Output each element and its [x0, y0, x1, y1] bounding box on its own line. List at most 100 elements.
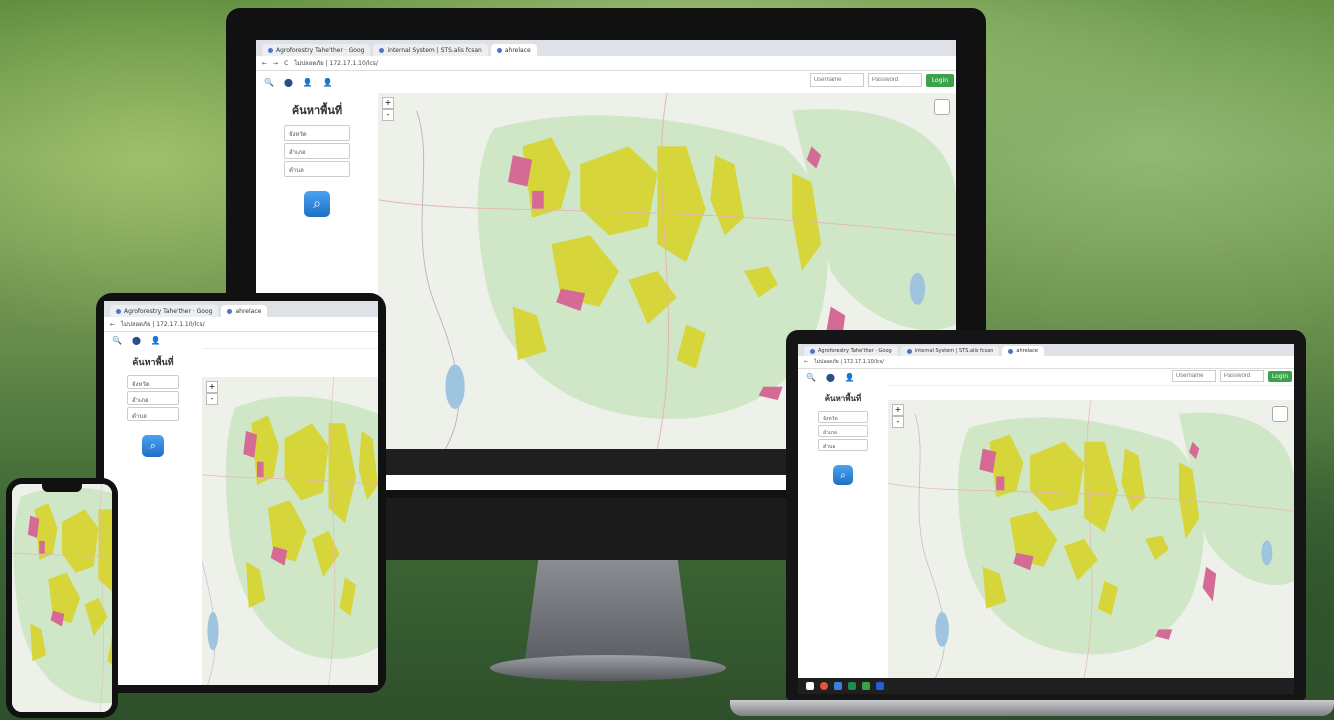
map-layer[interactable]: [202, 377, 378, 685]
app-icon[interactable]: [834, 682, 842, 690]
url-text[interactable]: ไม่ปลอดภัย | 172.17.1.10/lcs/: [294, 58, 950, 68]
map-layer[interactable]: [12, 484, 112, 712]
phone-screen: [12, 484, 112, 712]
monitor-stand: [525, 560, 691, 660]
tablet-screen: Agroforestry Tahe'ther · Goog ahrelace ←…: [104, 301, 378, 685]
word-icon[interactable]: [876, 682, 884, 690]
user-icon[interactable]: 👤: [303, 78, 313, 87]
search-panel-title: ค้นหาพื้นที่: [824, 394, 862, 403]
tab-label: Agroforestry Tahe'ther · Goog: [818, 348, 892, 354]
line-icon[interactable]: [862, 682, 870, 690]
tab-favicon-icon: [116, 308, 121, 314]
user-icon[interactable]: 👤: [323, 78, 333, 87]
tab-label: Agroforestry Tahe'ther · Goog: [276, 46, 365, 54]
url-text[interactable]: ไม่ปลอดภัย | 172.17.1.10/lcs/: [121, 319, 372, 329]
login-button[interactable]: Login: [1267, 370, 1292, 382]
login-area: Login: [1171, 370, 1292, 382]
login-area: Login: [809, 73, 954, 87]
excel-icon[interactable]: [848, 682, 856, 690]
username-input[interactable]: [809, 73, 864, 87]
search-panel: ค้นหาพื้นที่ จังหวัด อำเภอ ตำบล ⌕: [104, 347, 202, 471]
layers-icon[interactable]: [1272, 406, 1288, 422]
back-icon[interactable]: ←: [804, 359, 808, 365]
browser-tabbar: Agroforestry Tahe'ther · Goog internal S…: [256, 40, 956, 56]
monitor-base: [490, 655, 726, 681]
browser-tab[interactable]: internal System | STS.alis fcsan: [373, 44, 488, 56]
chrome-icon[interactable]: [820, 682, 828, 690]
tab-favicon-icon: [379, 47, 385, 53]
user-icon[interactable]: 👤: [151, 336, 161, 345]
tab-favicon-icon: [810, 348, 815, 354]
layers-icon[interactable]: [934, 99, 950, 115]
search-button[interactable]: ⌕: [142, 435, 164, 457]
search-panel-title: ค้นหาพื้นที่: [132, 358, 174, 368]
password-input[interactable]: [867, 73, 922, 87]
login-button[interactable]: Login: [925, 73, 954, 87]
tab-favicon-icon: [906, 348, 912, 354]
district-field[interactable]: อำเภอ: [127, 391, 179, 405]
address-bar[interactable]: ← ไม่ปลอดภัย | 172.17.1.10/lcs/: [104, 317, 378, 332]
laptop-screen: Agroforestry Tahe'ther · Goog internal S…: [798, 344, 1294, 694]
zoom-in-button[interactable]: +: [892, 404, 904, 416]
browser-tab-active[interactable]: ahrelace: [221, 305, 268, 317]
back-icon[interactable]: ←: [262, 60, 267, 67]
username-input[interactable]: [1171, 370, 1216, 382]
search-panel: ค้นหาพื้นที่ จังหวัด อำเภอ ตำบล ⌕: [798, 384, 888, 499]
laptop-device: Agroforestry Tahe'ther · Goog internal S…: [786, 330, 1306, 700]
tab-favicon-icon: [496, 47, 502, 53]
pin-icon[interactable]: ⬤: [132, 336, 141, 345]
district-field[interactable]: อำเภอ: [818, 425, 868, 437]
map-view[interactable]: + -: [888, 400, 1294, 678]
address-bar[interactable]: ← → C ไม่ปลอดภัย | 172.17.1.10/lcs/: [256, 56, 956, 71]
tab-label: ahrelace: [1016, 348, 1038, 354]
zoom-out-button[interactable]: -: [382, 109, 394, 121]
browser-tab-active[interactable]: ahrelace: [1002, 346, 1044, 356]
zoom-out-button[interactable]: -: [206, 393, 218, 405]
tab-favicon-icon: [227, 308, 233, 314]
subdistrict-field[interactable]: ตำบล: [818, 439, 868, 451]
address-bar[interactable]: ← ไม่ปลอดภัย | 172.17.1.10/lcs/: [798, 356, 1294, 369]
zoom-out-button[interactable]: -: [892, 416, 904, 428]
tab-label: ahrelace: [235, 307, 262, 315]
start-icon[interactable]: [806, 682, 814, 690]
subdistrict-field[interactable]: ตำบล: [127, 407, 179, 421]
tab-favicon-icon: [1008, 348, 1014, 354]
zoom-in-button[interactable]: +: [382, 97, 394, 109]
search-button[interactable]: ⌕: [304, 191, 330, 217]
app-toolbar: 🔍 ⬤ 👤 👤 Login: [256, 71, 956, 94]
search-icon[interactable]: 🔍: [806, 373, 816, 382]
forward-icon[interactable]: →: [273, 60, 278, 67]
zoom-in-button[interactable]: +: [206, 381, 218, 393]
map-layer[interactable]: [888, 400, 1294, 678]
pin-icon[interactable]: ⬤: [284, 78, 293, 87]
browser-tab[interactable]: Agroforestry Tahe'ther · Goog: [804, 346, 898, 356]
phone-notch: [42, 484, 82, 492]
search-icon[interactable]: 🔍: [264, 78, 274, 87]
browser-tab[interactable]: Agroforestry Tahe'ther · Goog: [110, 305, 219, 317]
user-icon[interactable]: 👤: [845, 373, 855, 382]
browser-tab[interactable]: Agroforestry Tahe'ther · Goog: [262, 44, 371, 56]
windows-taskbar: [798, 678, 1294, 694]
province-field[interactable]: จังหวัด: [818, 411, 868, 423]
url-text[interactable]: ไม่ปลอดภัย | 172.17.1.10/lcs/: [814, 358, 1288, 366]
subdistrict-field[interactable]: ตำบล: [284, 161, 350, 177]
search-button[interactable]: ⌕: [833, 465, 853, 485]
search-icon[interactable]: 🔍: [112, 336, 122, 345]
map-view[interactable]: [12, 484, 112, 712]
back-icon[interactable]: ←: [110, 321, 115, 328]
district-field[interactable]: อำเภอ: [284, 143, 350, 159]
browser-tab-active[interactable]: ahrelace: [490, 44, 537, 56]
pin-icon[interactable]: ⬤: [826, 373, 835, 382]
tab-label: Agroforestry Tahe'ther · Goog: [124, 307, 213, 315]
browser-tabbar: Agroforestry Tahe'ther · Goog ahrelace: [104, 301, 378, 317]
browser-tab[interactable]: internal System | STS.alis fcsan: [900, 346, 1000, 356]
province-field[interactable]: จังหวัด: [284, 125, 350, 141]
tab-label: ahrelace: [504, 46, 531, 54]
password-input[interactable]: [1219, 370, 1264, 382]
map-view[interactable]: + -: [202, 377, 378, 685]
province-field[interactable]: จังหวัด: [127, 375, 179, 389]
phone-device: [6, 478, 118, 718]
reload-icon[interactable]: C: [284, 60, 288, 67]
laptop-base: [730, 700, 1334, 716]
tab-favicon-icon: [268, 47, 273, 53]
